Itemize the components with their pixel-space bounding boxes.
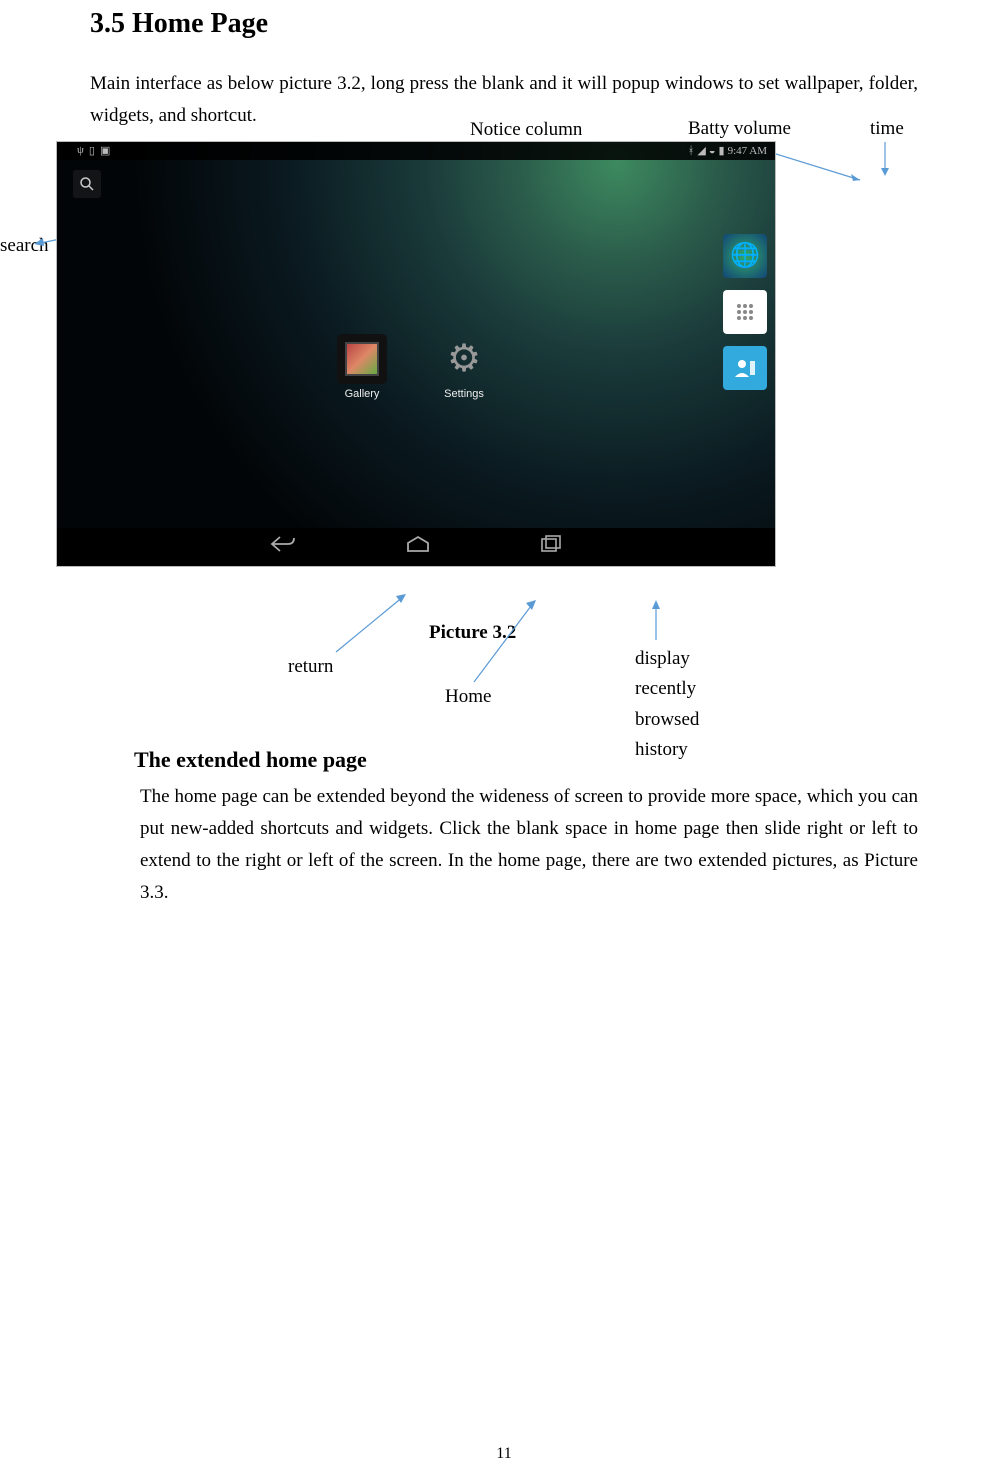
app-gallery-label: Gallery — [345, 388, 380, 400]
gallery-icon — [337, 334, 387, 384]
home-button[interactable] — [406, 535, 430, 559]
callout-time: time — [870, 118, 904, 140]
figure-caption: Picture 3.2 — [429, 622, 516, 644]
app-settings-label: Settings — [444, 388, 484, 400]
arrow-return — [334, 590, 412, 656]
recent-icon — [540, 535, 562, 553]
recent-button[interactable] — [540, 535, 562, 559]
body-paragraph-2: The home page can be extended beyond the… — [140, 781, 918, 910]
back-button[interactable] — [270, 535, 296, 559]
subheading: The extended home page — [134, 747, 918, 773]
search-button[interactable] — [73, 170, 101, 198]
wifi-icon: ◒ — [709, 145, 716, 157]
signal-icon: ◢ — [697, 144, 705, 157]
status-time: 9:47 AM — [728, 145, 767, 157]
settings-icon: ⚙ — [439, 334, 489, 384]
arrow-recent — [649, 598, 663, 644]
browser-icon[interactable]: 🌐 — [723, 234, 767, 278]
contacts-icon[interactable] — [723, 346, 767, 390]
search-icon — [79, 176, 95, 192]
app-gallery[interactable]: Gallery — [331, 334, 393, 400]
status-bar: ψ ▯ ▣ ᚼ ◢ ◒ ▮ 9:47 AM — [57, 142, 775, 160]
callout-battery: Batty volume — [688, 118, 791, 140]
bluetooth-icon: ᚼ — [688, 145, 695, 157]
debug-icon: ▣ — [100, 144, 110, 157]
nav-bar — [57, 528, 775, 566]
side-apps: 🌐 — [723, 234, 767, 390]
screenshot-home: ψ ▯ ▣ ᚼ ◢ ◒ ▮ 9:47 AM Gallery ⚙ Settings… — [56, 141, 776, 567]
app-settings[interactable]: ⚙ Settings — [433, 334, 495, 400]
callout-home: Home — [445, 686, 491, 708]
usb-icon: ψ — [77, 144, 84, 157]
appdrawer-icon[interactable] — [723, 290, 767, 334]
back-icon — [270, 535, 296, 553]
page-number: 11 — [0, 1445, 1008, 1463]
sd-icon: ▯ — [89, 144, 95, 157]
home-icon — [406, 535, 430, 553]
section-title: 3.5 Home Page — [90, 8, 918, 40]
callout-return: return — [288, 656, 333, 678]
battery-icon: ▮ — [719, 144, 725, 157]
